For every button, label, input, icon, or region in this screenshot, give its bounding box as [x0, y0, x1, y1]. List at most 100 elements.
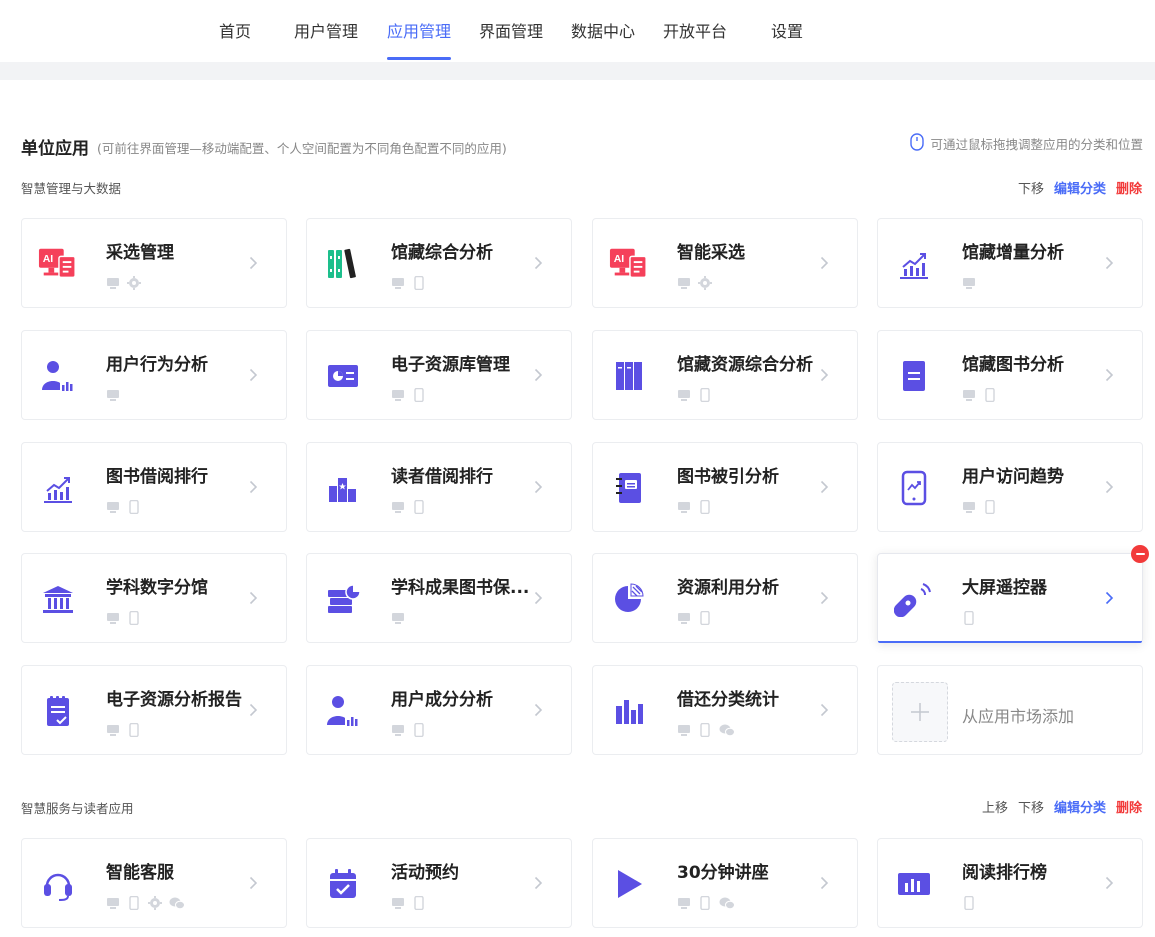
chevron-right-icon[interactable]	[534, 479, 543, 494]
settings-icon	[698, 275, 712, 294]
chevron-right-icon[interactable]	[249, 702, 258, 717]
platform-icons	[106, 499, 141, 518]
platform-icons	[962, 895, 976, 914]
app-name: 借还分类统计	[677, 690, 779, 710]
mouse-icon	[910, 133, 925, 154]
platform-icons	[391, 387, 426, 406]
chevron-right-icon[interactable]	[820, 479, 829, 494]
app-card[interactable]: 图书被引分析	[592, 442, 858, 532]
app-card[interactable]: AI 采选管理	[21, 218, 287, 308]
app-card[interactable]: 读者借阅排行	[306, 442, 572, 532]
chevron-right-icon[interactable]	[534, 702, 543, 717]
app-card[interactable]: 电子资源分析报告	[21, 665, 287, 755]
chevron-right-icon[interactable]	[1105, 875, 1114, 890]
remove-app-button[interactable]	[1131, 545, 1149, 563]
platform-icons	[677, 499, 712, 518]
platform-icons	[391, 610, 405, 629]
app-card[interactable]: 资源利用分析	[592, 553, 858, 643]
app-card[interactable]: 借还分类统计	[592, 665, 858, 755]
pc-icon	[106, 275, 120, 294]
nav-settings[interactable]: 设置	[771, 18, 803, 42]
pc-icon	[391, 895, 405, 914]
app-card[interactable]: 活动预约	[306, 838, 572, 928]
app-card[interactable]: 馆藏资源综合分析	[592, 330, 858, 420]
mobile-icon	[127, 499, 141, 518]
platform-icons	[677, 275, 712, 294]
app-card[interactable]: 智能客服	[21, 838, 287, 928]
settings-icon	[127, 275, 141, 294]
move-up-button[interactable]: 上移	[982, 797, 1008, 816]
app-card[interactable]: 阅读排行榜	[877, 838, 1143, 928]
app-card[interactable]: AI 智能采选	[592, 218, 858, 308]
chevron-right-icon[interactable]	[820, 367, 829, 382]
mobile-icon	[698, 722, 712, 741]
pc-icon	[391, 275, 405, 294]
app-card[interactable]: 大屏遥控器	[877, 545, 1149, 643]
settings-icon	[148, 895, 162, 914]
delete-category-button[interactable]: 删除	[1116, 797, 1142, 816]
wechat-icon	[719, 722, 735, 741]
chevron-right-icon[interactable]	[534, 255, 543, 270]
platform-icons	[106, 610, 141, 629]
nav-home[interactable]: 首页	[219, 18, 251, 42]
report-icon	[38, 691, 78, 731]
app-card[interactable]: 用户行为分析	[21, 330, 287, 420]
app-card[interactable]: 学科成果图书保...	[306, 553, 572, 643]
app-name: 用户成分分析	[391, 690, 493, 710]
chevron-right-icon[interactable]	[534, 875, 543, 890]
edit-category-button[interactable]: 编辑分类	[1054, 178, 1106, 197]
nav-data-center[interactable]: 数据中心	[571, 18, 635, 42]
edit-category-button[interactable]: 编辑分类	[1054, 797, 1106, 816]
page-subtitle: (可前往界面管理—移动端配置、个人空间配置为不同角色配置不同的应用)	[97, 141, 507, 156]
chevron-right-icon[interactable]	[1105, 367, 1114, 382]
bank-icon	[38, 579, 78, 619]
svg-text:AI: AI	[43, 254, 54, 265]
app-card[interactable]: 电子资源库管理	[306, 330, 572, 420]
app-card[interactable]: 馆藏综合分析	[306, 218, 572, 308]
platform-icons	[962, 275, 976, 294]
nav-app-management[interactable]: 应用管理	[387, 18, 451, 42]
add-from-market-card[interactable]: 从应用市场添加	[877, 665, 1143, 755]
delete-category-button[interactable]: 删除	[1116, 178, 1142, 197]
app-card[interactable]: 图书借阅排行	[21, 442, 287, 532]
chevron-right-icon[interactable]	[1105, 590, 1114, 605]
app-name: 馆藏图书分析	[962, 355, 1064, 375]
move-down-button[interactable]: 下移	[1018, 797, 1044, 816]
app-name: 大屏遥控器	[962, 578, 1047, 598]
mobile-icon	[962, 895, 976, 914]
chevron-right-icon[interactable]	[534, 367, 543, 382]
chevron-right-icon[interactable]	[1105, 255, 1114, 270]
app-card[interactable]: 30分钟讲座	[592, 838, 858, 928]
platform-icons	[962, 387, 997, 406]
remote-icon	[894, 579, 934, 619]
nav-user-management[interactable]: 用户管理	[294, 18, 358, 42]
app-card[interactable]: 用户成分分析	[306, 665, 572, 755]
pc-icon	[391, 610, 405, 629]
chevron-right-icon[interactable]	[820, 875, 829, 890]
chevron-right-icon[interactable]	[249, 590, 258, 605]
app-name: 智能采选	[677, 243, 745, 263]
nav-ui-management[interactable]: 界面管理	[479, 18, 543, 42]
chevron-right-icon[interactable]	[820, 255, 829, 270]
app-name: 采选管理	[106, 243, 174, 263]
app-card[interactable]: 馆藏图书分析	[877, 330, 1143, 420]
app-name: 馆藏增量分析	[962, 243, 1064, 263]
chevron-right-icon[interactable]	[249, 875, 258, 890]
app-card[interactable]: 馆藏增量分析	[877, 218, 1143, 308]
app-name: 电子资源库管理	[391, 355, 510, 375]
chevron-right-icon[interactable]	[820, 590, 829, 605]
chevron-right-icon[interactable]	[534, 590, 543, 605]
chevron-right-icon[interactable]	[1105, 479, 1114, 494]
app-card[interactable]: 用户访问趋势	[877, 442, 1143, 532]
move-down-button[interactable]: 下移	[1018, 178, 1044, 197]
mobile-icon	[983, 387, 997, 406]
chevron-right-icon[interactable]	[249, 479, 258, 494]
pc-icon	[677, 387, 691, 406]
chevron-right-icon[interactable]	[249, 367, 258, 382]
nav-open-platform[interactable]: 开放平台	[663, 18, 727, 42]
chevron-right-icon[interactable]	[249, 255, 258, 270]
app-name: 馆藏综合分析	[391, 243, 493, 263]
user-chart-icon	[323, 691, 363, 731]
app-card[interactable]: 学科数字分馆	[21, 553, 287, 643]
chevron-right-icon[interactable]	[820, 702, 829, 717]
